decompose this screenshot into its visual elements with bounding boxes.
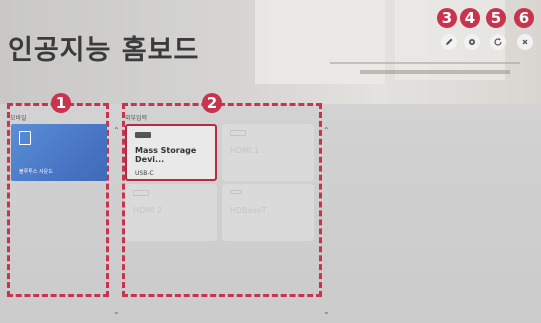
close-button[interactable] xyxy=(517,34,533,50)
refresh-button[interactable] xyxy=(490,34,506,50)
annotation-badge-1: 1 xyxy=(51,93,71,113)
annotation-badge-3: 3 xyxy=(437,8,457,28)
hdbaset-port-icon xyxy=(230,190,242,194)
hdmi-port-icon xyxy=(133,190,149,196)
close-icon xyxy=(522,39,528,45)
gear-icon xyxy=(469,39,475,45)
background-table xyxy=(360,70,510,74)
card-name: HDMI 2 xyxy=(133,206,163,215)
scroll-down-icon[interactable]: ⌄ xyxy=(113,307,120,316)
edit-button[interactable] xyxy=(441,34,457,50)
bluetooth-speaker-icon xyxy=(19,131,31,145)
card-name: Mass Storage Devi... xyxy=(135,146,197,164)
pen-icon xyxy=(446,38,453,45)
annotation-badge-2: 2 xyxy=(202,93,222,113)
settings-button[interactable] xyxy=(464,34,480,50)
scroll-up-icon[interactable]: ⌃ xyxy=(113,126,120,135)
card-label: 블루투스 사운드 xyxy=(19,169,53,175)
section-label-mobile: 모바일 xyxy=(10,115,27,122)
hdmi-port-icon xyxy=(230,130,246,136)
card-name: HDMI 1 xyxy=(230,146,260,155)
card-sub: USB-C xyxy=(135,170,154,177)
annotation-badge-6: 6 xyxy=(514,8,534,28)
scroll-down-icon[interactable]: ⌄ xyxy=(323,307,330,316)
input-card-hdmi2[interactable]: HDMI 2 xyxy=(125,184,217,241)
page-title: 인공지능 홈보드 xyxy=(8,35,200,66)
scroll-up-icon[interactable]: ⌃ xyxy=(323,126,330,135)
input-card-hdmi1[interactable]: HDMI 1 xyxy=(222,124,314,181)
section-label-external-input: 외부입력 xyxy=(125,115,148,122)
bluetooth-sound-card[interactable]: 블루투스 사운드 xyxy=(11,124,107,181)
annotation-badge-5: 5 xyxy=(486,8,506,28)
card-name: HDBaseT xyxy=(230,206,267,215)
background-furniture xyxy=(330,62,520,94)
refresh-icon xyxy=(494,38,502,46)
input-card-hdbaset[interactable]: HDBaseT xyxy=(222,184,314,241)
annotation-badge-4: 4 xyxy=(460,8,480,28)
usb-icon xyxy=(135,132,151,138)
input-card-mass-storage[interactable]: Mass Storage Devi... USB-C xyxy=(125,124,217,181)
